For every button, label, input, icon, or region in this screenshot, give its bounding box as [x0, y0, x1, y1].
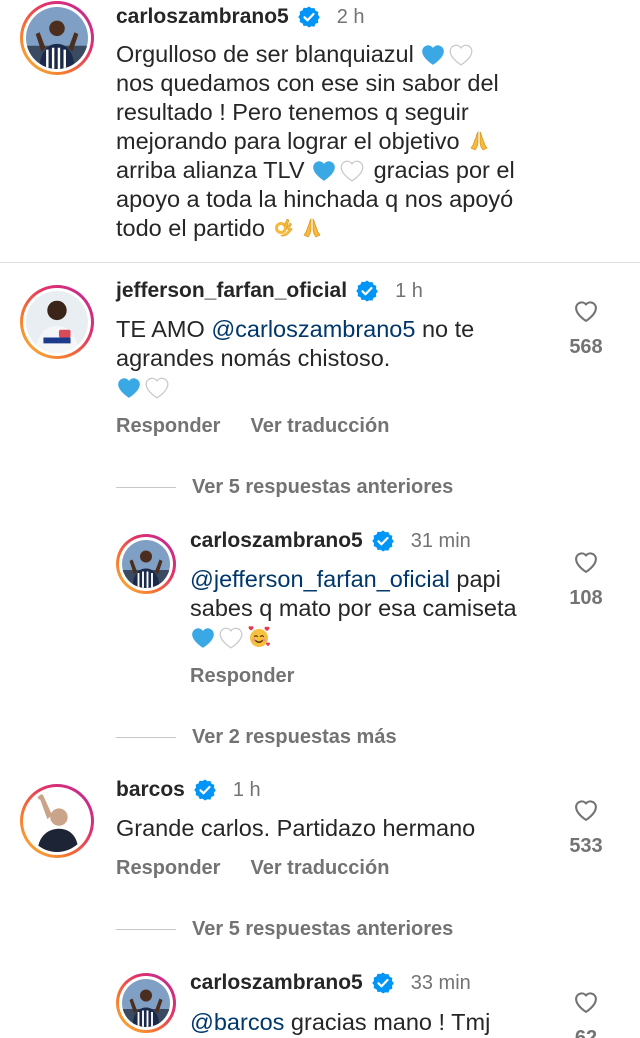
avatar[interactable] [20, 784, 94, 858]
avatar[interactable] [116, 973, 176, 1033]
reply-text: @jefferson_farfan_oficial papi sabes q m… [190, 565, 556, 652]
reply-button[interactable]: Responder [116, 415, 220, 438]
heart-outline-icon[interactable] [572, 297, 600, 325]
view-previous-replies[interactable]: Ver 5 respuestas anteriores [116, 476, 453, 499]
username[interactable]: barcos [116, 778, 185, 802]
comment-item: jefferson_farfan_oficial 1 h TE AMO @car… [0, 263, 640, 463]
reply-button[interactable]: Responder [190, 665, 294, 688]
avatar-image [122, 540, 170, 588]
blue-heart-emoji [116, 375, 142, 399]
avatar-image [26, 291, 88, 353]
like-count: 108 [569, 587, 603, 609]
heart-outline-icon[interactable] [572, 796, 600, 824]
replies-line [116, 486, 176, 489]
comment-text: TE AMO @carloszambrano5 no te agrandes n… [116, 315, 556, 402]
like-count: 62 [574, 1027, 598, 1038]
timestamp: 2 h [336, 5, 365, 28]
timestamp: 1 h [232, 778, 261, 801]
blue-heart-emoji [420, 42, 446, 66]
caption-text: Orgulloso de ser blanquiazul nos quedamo… [116, 41, 515, 241]
blue-heart-emoji [311, 158, 337, 182]
like-count: 533 [569, 835, 603, 857]
username[interactable]: carloszambrano5 [116, 5, 289, 29]
like-count: 568 [569, 336, 603, 358]
comment-text: Grande carlos. Partidazo hermano [116, 815, 476, 841]
blue-heart-emoji [190, 625, 216, 649]
reply-text: @barcos gracias mano ! Tmj [190, 1009, 491, 1035]
view-more-replies[interactable]: Ver 2 respuestas más [116, 726, 397, 749]
view-previous-replies[interactable]: Ver 5 respuestas anteriores [116, 918, 453, 941]
mention-link[interactable]: @barcos [190, 1009, 284, 1035]
white-heart-emoji [339, 158, 365, 182]
translate-button[interactable]: Ver traducción [250, 415, 389, 438]
avatar[interactable] [20, 285, 94, 359]
white-heart-emoji [218, 625, 244, 649]
ok-hand-emoji [271, 216, 297, 240]
heart-outline-icon[interactable] [572, 548, 600, 576]
translate-button[interactable]: Ver traducción [250, 857, 389, 880]
username[interactable]: carloszambrano5 [190, 971, 363, 995]
reply-item: carloszambrano5 33 min @barcos gracias m… [0, 962, 640, 1038]
reply-item: carloszambrano5 31 min @jefferson_farfan… [0, 520, 640, 700]
verified-badge-icon [371, 529, 395, 553]
white-heart-emoji [144, 375, 170, 399]
username[interactable]: jefferson_farfan_oficial [116, 279, 347, 303]
avatar-image [26, 790, 88, 852]
verified-badge-icon [193, 778, 217, 802]
comment-item: barcos 1 h Grande carlos. Partidazo herm… [0, 772, 640, 912]
timestamp: 1 h [395, 279, 423, 302]
verified-badge-icon [371, 971, 395, 995]
avatar[interactable] [20, 1, 94, 75]
avatar[interactable] [116, 534, 176, 594]
avatar-image [122, 979, 170, 1027]
replies-line [116, 928, 176, 931]
verified-badge-icon [355, 279, 379, 303]
avatar-image [26, 7, 88, 69]
pray-emoji [466, 129, 492, 153]
timestamp: 33 min [410, 971, 471, 994]
replies-line [116, 736, 176, 739]
white-heart-emoji [448, 42, 474, 66]
verified-badge-icon [297, 5, 321, 29]
pray-emoji [299, 216, 325, 240]
username[interactable]: carloszambrano5 [190, 529, 363, 553]
mention-link[interactable]: @carloszambrano5 [211, 316, 415, 342]
smiling-face-hearts-emoji [246, 625, 272, 649]
mention-link[interactable]: @jefferson_farfan_oficial [190, 566, 450, 592]
timestamp: 31 min [410, 529, 471, 552]
caption: carloszambrano5 2 h Orgulloso de ser bla… [0, 0, 640, 262]
reply-button[interactable]: Responder [116, 857, 220, 880]
heart-outline-icon[interactable] [572, 988, 600, 1016]
